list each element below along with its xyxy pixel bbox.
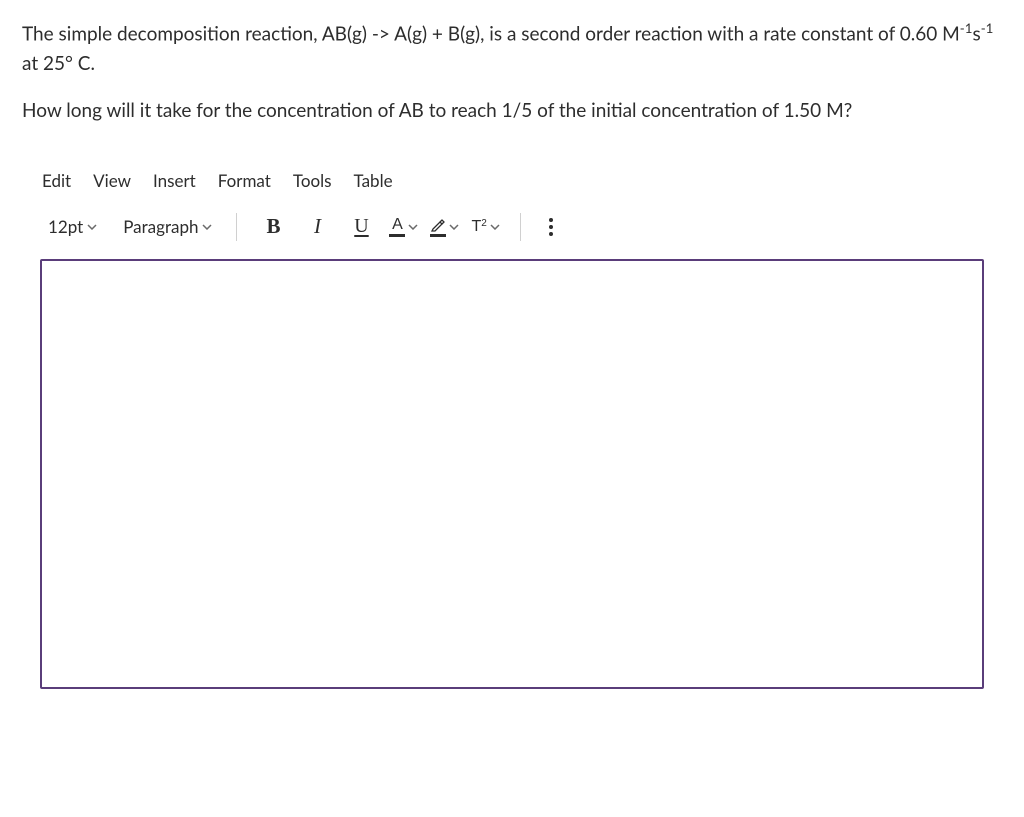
text-color-icon: A xyxy=(389,217,405,237)
chevron-down-icon xyxy=(87,222,97,232)
paragraph-style-label: Paragraph xyxy=(123,216,198,237)
chevron-down-icon xyxy=(449,222,459,232)
toolbar-divider xyxy=(236,213,237,241)
font-size-selector[interactable]: 12pt xyxy=(42,212,103,241)
superscript-icon: T2 xyxy=(471,218,486,236)
menu-edit[interactable]: Edit xyxy=(42,170,71,191)
menu-tools[interactable]: Tools xyxy=(293,170,332,191)
question-text: The simple decomposition reaction, AB(g)… xyxy=(22,18,1002,126)
underline-icon: U xyxy=(354,215,368,238)
highlight-color-button[interactable] xyxy=(428,217,461,237)
toolbar-divider xyxy=(520,213,521,241)
italic-button[interactable]: I xyxy=(299,209,335,245)
text-color-button[interactable]: A xyxy=(387,217,420,237)
more-options-button[interactable] xyxy=(539,212,563,242)
question-paragraph-2: How long will it take for the concentrat… xyxy=(22,96,1002,125)
underline-button[interactable]: U xyxy=(343,209,379,245)
font-size-label: 12pt xyxy=(48,216,83,237)
menu-bar: Edit View Insert Format Tools Table xyxy=(40,164,984,205)
editor-textarea[interactable] xyxy=(40,259,984,689)
menu-view[interactable]: View xyxy=(93,170,131,191)
superscript-button[interactable]: T2 xyxy=(469,218,501,236)
bold-button[interactable]: B xyxy=(255,209,291,245)
italic-icon: I xyxy=(314,214,321,239)
chevron-down-icon xyxy=(408,222,418,232)
menu-format[interactable]: Format xyxy=(218,170,271,191)
paragraph-style-selector[interactable]: Paragraph xyxy=(117,212,218,241)
chevron-down-icon xyxy=(202,222,212,232)
rich-text-editor: Edit View Insert Format Tools Table 12pt… xyxy=(22,164,1002,689)
question-paragraph-1: The simple decomposition reaction, AB(g)… xyxy=(22,18,1002,78)
chevron-down-icon xyxy=(490,222,500,232)
toolbar: 12pt Paragraph B I U A xyxy=(40,205,984,259)
highlight-icon xyxy=(430,217,446,237)
bold-icon: B xyxy=(266,214,280,239)
menu-insert[interactable]: Insert xyxy=(153,170,196,191)
menu-table[interactable]: Table xyxy=(354,170,393,191)
